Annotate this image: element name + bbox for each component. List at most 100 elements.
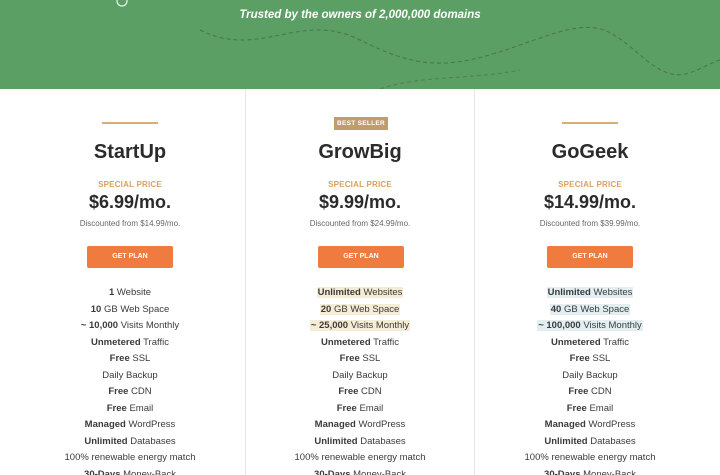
feature-strong: Unmetered xyxy=(551,336,601,348)
feature-label: 100% renewable energy match xyxy=(524,452,656,463)
feature-item: Free SSL xyxy=(475,351,705,368)
feature-strong: ~ 100,000 xyxy=(538,320,581,331)
feature-strong: Unlimited xyxy=(544,435,588,447)
feature-strong: 30-Days xyxy=(84,468,124,475)
feature-strong: Free xyxy=(106,402,127,414)
feature-text: Managed WordPress xyxy=(315,419,406,430)
feature-item: Free CDN xyxy=(475,384,705,401)
feature-list: Unlimited Websites 40 GB Web Space ~ 100,0… xyxy=(475,285,705,475)
get-plan-button[interactable]: GET PLAN xyxy=(318,246,404,268)
feature-strong: ~ 10,000 xyxy=(80,320,119,331)
feature-item: Free SSL xyxy=(246,351,474,368)
feature-strong: Unlimited xyxy=(314,435,358,447)
feature-label: CDN xyxy=(588,386,612,397)
plan-name: GrowBig xyxy=(318,141,402,163)
feature-label: Money-Back xyxy=(583,468,636,475)
feature-text: Free Email xyxy=(337,403,383,414)
feature-strong: Free xyxy=(108,386,129,397)
feature-item: Unlimited Databases xyxy=(15,434,245,451)
feature-label: Databases xyxy=(127,435,176,447)
plan-card-gogeek: GoGeek SPECIAL PRICE $14.99/mo. Discount… xyxy=(475,89,705,475)
feature-item: Daily Backup xyxy=(15,368,245,385)
feature-text: 100% renewable energy match xyxy=(525,452,656,463)
feature-strong: Free xyxy=(569,353,590,364)
feature-label: Databases xyxy=(357,435,406,447)
feature-item: Free Email xyxy=(246,401,474,418)
get-plan-button[interactable]: GET PLAN xyxy=(547,246,633,268)
feature-text: Unlimited Databases xyxy=(544,436,635,447)
feature-text: Daily Backup xyxy=(562,370,617,381)
feature-text: Unlimited Databases xyxy=(314,436,405,447)
feature-item: Unlimited Websites xyxy=(246,285,474,302)
feature-label: Visits Monthly xyxy=(348,320,410,331)
special-price-label: SPECIAL PRICE xyxy=(558,180,622,189)
feature-label: SSL xyxy=(129,353,151,364)
feature-item: ~ 25,000 Visits Monthly xyxy=(246,318,474,335)
feature-label: Money-Back xyxy=(353,468,406,475)
feature-item: 30-Days Money-Back xyxy=(475,467,705,475)
feature-strong: Unmetered xyxy=(91,336,141,348)
feature-text: Free CDN xyxy=(108,386,151,397)
plan-discount: Discounted from $39.99/mo. xyxy=(539,219,641,228)
feature-strong: Free xyxy=(568,386,589,397)
hero-tagline: Trusted by the owners of 2,000,000 domai… xyxy=(239,9,481,21)
feature-text: 20 GB Web Space xyxy=(319,303,401,315)
feature-strong: 40 xyxy=(550,303,562,315)
feature-label: WordPress xyxy=(355,419,406,430)
feature-label: GB Web Space xyxy=(561,303,630,315)
feature-label: Traffic xyxy=(600,336,629,348)
plan-discount: Discounted from $24.99/mo. xyxy=(309,219,411,228)
feature-label: Money-Back xyxy=(123,468,176,475)
feature-strong: Managed xyxy=(544,419,586,430)
feature-text: 1 Website xyxy=(109,287,151,298)
feature-label: 100% renewable energy match xyxy=(64,452,196,463)
feature-text: Unlimited Databases xyxy=(84,436,175,447)
feature-item: ~ 10,000 Visits Monthly xyxy=(15,318,245,335)
feature-strong: Unlimited xyxy=(84,435,128,447)
feature-item: Unlimited Websites xyxy=(475,285,705,302)
feature-text: 10 GB Web Space xyxy=(91,304,170,315)
feature-text: 100% renewable energy match xyxy=(65,452,196,463)
feature-strong: Free xyxy=(566,402,587,414)
feature-text: Unlimited Websites xyxy=(546,287,634,298)
feature-strong: Managed xyxy=(84,419,126,430)
feature-strong: Managed xyxy=(314,419,356,430)
feature-text: Unmetered Traffic xyxy=(91,337,169,348)
feature-label: Visits Monthly xyxy=(118,320,180,331)
plan-discount: Discounted from $14.99/mo. xyxy=(79,219,181,228)
feature-item: 20 GB Web Space xyxy=(246,302,474,319)
feature-label: CDN xyxy=(128,386,152,397)
feature-item: Unlimited Databases xyxy=(246,434,474,451)
feature-item: 1 Website xyxy=(15,285,245,302)
feature-text: Free SSL xyxy=(110,353,151,364)
feature-label: Websites xyxy=(590,287,633,298)
get-plan-button[interactable]: GET PLAN xyxy=(87,246,173,268)
feature-text: 30-Days Money-Back xyxy=(544,469,636,475)
feature-item: Free Email xyxy=(15,401,245,418)
feature-item: Daily Backup xyxy=(475,368,705,385)
plan-card-startup: StartUp SPECIAL PRICE $6.99/mo. Discount… xyxy=(15,89,245,475)
feature-label: GB Web Space xyxy=(101,303,170,315)
special-price-label: SPECIAL PRICE xyxy=(328,180,392,189)
feature-text: Unmetered Traffic xyxy=(321,337,399,348)
feature-item: ~ 100,000 Visits Monthly xyxy=(475,318,705,335)
feature-item: 40 GB Web Space xyxy=(475,302,705,319)
feature-strong: Unlimited xyxy=(547,287,591,298)
feature-label: 100% renewable energy match xyxy=(294,452,426,463)
feature-label: Email xyxy=(126,402,154,414)
feature-strong: Free xyxy=(338,386,359,397)
feature-list: Unlimited Websites 20 GB Web Space ~ 25,00… xyxy=(246,285,474,475)
feature-item: Unmetered Traffic xyxy=(15,335,245,352)
special-price-label: SPECIAL PRICE xyxy=(98,180,162,189)
feature-item: 100% renewable energy match xyxy=(475,450,705,467)
feature-label: SSL xyxy=(359,353,381,364)
feature-label: Traffic xyxy=(140,336,169,348)
feature-item: 100% renewable energy match xyxy=(15,450,245,467)
feature-label: Email xyxy=(356,402,384,414)
feature-text: Daily Backup xyxy=(332,370,387,381)
plan-name: GoGeek xyxy=(551,141,629,163)
feature-item: 30-Days Money-Back xyxy=(246,467,474,475)
feature-text: Managed WordPress xyxy=(85,419,176,430)
feature-item: 30-Days Money-Back xyxy=(15,467,245,475)
feature-strong: 30-Days xyxy=(314,468,354,475)
